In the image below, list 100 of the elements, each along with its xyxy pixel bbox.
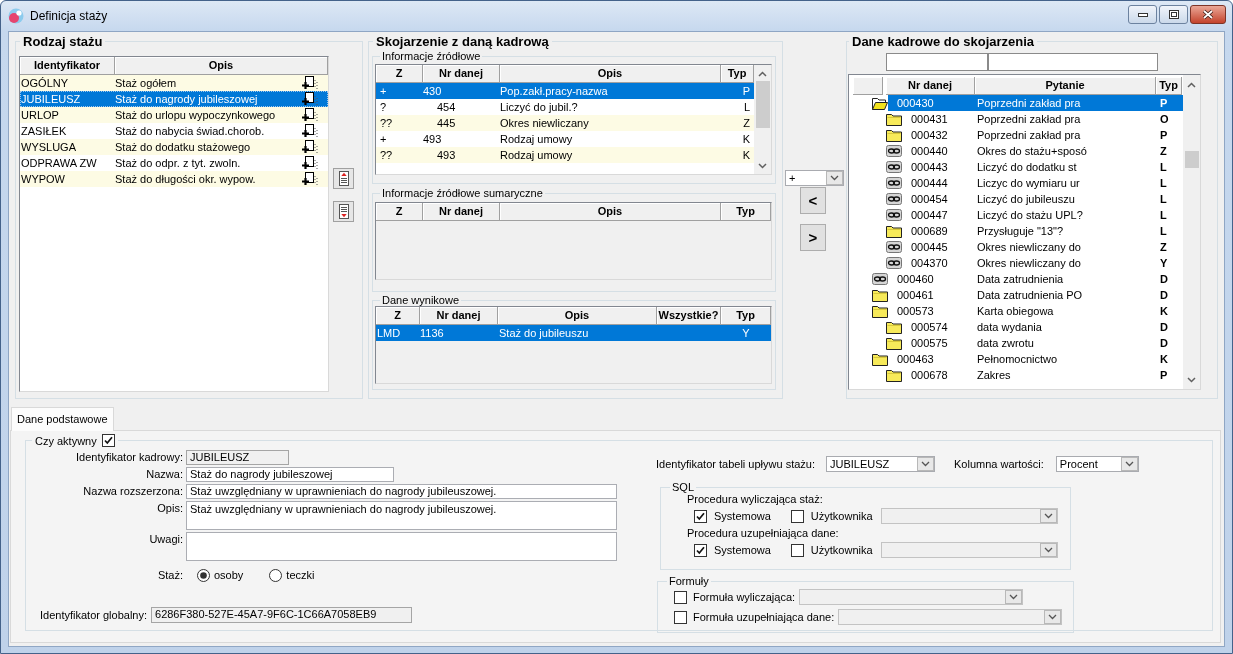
tree-row[interactable]: 000430 Poprzedni zakład pra P <box>888 95 1183 111</box>
column-header[interactable]: Nr danej <box>420 307 498 325</box>
checkbox[interactable] <box>674 610 687 624</box>
column-header[interactable]: Typ <box>1156 77 1182 95</box>
chevron-up-icon[interactable] <box>758 71 767 77</box>
tree-row[interactable]: 000447 Liczyć do stażu UPL? L <box>902 207 1183 223</box>
app-logo-icon <box>8 8 24 24</box>
table-row[interactable]: ?? 445 Okres niewliczany Z <box>376 115 754 131</box>
filter-field[interactable] <box>988 53 1158 71</box>
table-cell-text: K <box>1159 353 1169 365</box>
table-row[interactable]: ODPRAWA ZW Staż do odpr. z tyt. zwoln. <box>20 155 328 171</box>
document-plus-icon <box>302 156 318 170</box>
checkbox[interactable] <box>674 590 687 604</box>
column-header[interactable]: Typ <box>721 203 771 221</box>
column-header[interactable] <box>853 77 883 95</box>
checkbox[interactable] <box>694 509 707 523</box>
tree-row[interactable]: 000443 Liczyć do dodatku st L <box>902 159 1183 175</box>
move-up-button[interactable] <box>333 168 354 189</box>
tree-row[interactable]: 000440 Okres do stażu+sposó Z <box>902 143 1183 159</box>
text-field[interactable]: JUBILEUSZ <box>186 450 289 465</box>
table-row[interactable]: ?? 493 Rodzaj umowy K <box>376 147 754 163</box>
dropdown[interactable]: + <box>785 170 844 186</box>
column-header[interactable]: Opis <box>500 65 721 83</box>
chevron-up-icon[interactable] <box>1187 82 1196 88</box>
checkbox[interactable] <box>790 509 804 523</box>
tree-row[interactable]: 000463 Pełnomocnictwo K <box>888 351 1183 367</box>
table-cell-text: 493 <box>423 133 443 145</box>
column-header[interactable]: Nr danej <box>886 77 975 95</box>
column-header[interactable]: Z <box>376 307 420 325</box>
column-header[interactable]: Wszystkie? <box>657 307 721 325</box>
radio-button[interactable] <box>269 568 283 582</box>
column-header[interactable]: Typ <box>721 65 754 83</box>
column-header[interactable]: Z <box>376 65 423 83</box>
column-header[interactable]: Typ <box>721 307 771 325</box>
column-header[interactable]: Identyfikator <box>20 57 115 75</box>
tree-row[interactable]: 000460 Data zatrudnienia D <box>888 271 1183 287</box>
scrollbar-thumb[interactable] <box>755 81 770 128</box>
text-field[interactable]: Staż uwzględniany w uprawnieniach do nagrody jubileuszowej. <box>186 484 617 499</box>
table-cell-text: 000440 <box>910 145 949 157</box>
document-plus-icon <box>302 108 318 122</box>
tree-row[interactable]: 000689 Przysługuje "13"? L <box>902 223 1183 239</box>
dropdown[interactable]: Procent <box>1055 456 1139 472</box>
text-field[interactable]: 6286F380-527E-45A7-9F6C-1C66A7058EB9 <box>151 607 412 623</box>
column-header[interactable]: Pytanie <box>975 77 1156 95</box>
tree-row[interactable]: 000454 Liczyć do jubileuszu L <box>902 191 1183 207</box>
chain-link-icon <box>886 257 902 269</box>
folder-icon <box>872 288 888 302</box>
table-row[interactable]: ZASIŁEK Staż do nabycia świad.chorob. <box>20 123 328 139</box>
close-button[interactable] <box>1190 5 1226 24</box>
table-cell-text: D <box>1159 273 1169 285</box>
tree-row[interactable]: 000678 Zakres P <box>902 367 1183 383</box>
right-button[interactable]: > <box>800 224 826 251</box>
maximize-button[interactable] <box>1159 5 1188 24</box>
tree-row[interactable]: 000445 Okres niewliczany do Z <box>902 239 1183 255</box>
tree-row[interactable]: 000573 Karta obiegowa K <box>888 303 1183 319</box>
vertical-scrollbar[interactable] <box>754 65 771 174</box>
folder-icon <box>872 352 888 366</box>
filter-field[interactable] <box>886 53 988 71</box>
table-row[interactable]: ? 454 Liczyć do jubil.? L <box>376 99 754 115</box>
table-row[interactable]: + 493 Rodzaj umowy K <box>376 131 754 147</box>
radio-button[interactable] <box>197 568 210 582</box>
table-row[interactable]: WYSLUGA Staż do dodatku stażowego <box>20 139 328 155</box>
table-row[interactable]: URLOP Staż do urlopu wypoczynkowego <box>20 107 328 123</box>
chevron-down-icon[interactable] <box>758 163 767 169</box>
chevron-down-icon[interactable] <box>1187 377 1196 383</box>
tree-row[interactable]: 000432 Poprzedni zakład pra P <box>902 127 1183 143</box>
table-row[interactable]: LMD 1136 Staż do jubileuszu Y <box>376 325 771 341</box>
tab[interactable]: Dane podstawowe <box>11 407 114 431</box>
text-area[interactable]: Staż uwzględniany w uprawnieniach do nagrody jubileuszowej. <box>186 501 617 530</box>
scrollbar-thumb[interactable] <box>1184 151 1199 168</box>
vertical-scrollbar[interactable] <box>1183 75 1200 389</box>
table-row[interactable]: WYPOW Staż do długości okr. wypow. <box>20 171 328 187</box>
column-header[interactable]: Nr danej <box>423 65 500 83</box>
checkbox[interactable] <box>101 434 115 447</box>
maximize-icon <box>1168 10 1179 19</box>
column-header[interactable]: Z <box>376 203 423 221</box>
table-row[interactable]: + 430 Pop.zakł.pracy-nazwa P <box>376 83 754 99</box>
column-header[interactable]: Nr danej <box>423 203 500 221</box>
checkbox[interactable] <box>790 543 804 557</box>
column-header[interactable]: Opis <box>498 307 657 325</box>
left-button[interactable]: < <box>800 187 826 214</box>
table-row[interactable]: OGÓLNY Staż ogółem <box>20 75 328 91</box>
tree-row[interactable]: 000461 Data zatrudnienia PO D <box>888 287 1183 303</box>
tree-row[interactable]: 000574 data wydania D <box>902 319 1183 335</box>
table-row[interactable]: JUBILEUSZ Staż do nagrody jubileszowej <box>20 91 328 107</box>
tree-row[interactable]: 000575 data zwrotu D <box>902 335 1183 351</box>
minimize-button[interactable] <box>1128 5 1157 24</box>
checkbox[interactable] <box>694 543 707 557</box>
column-header[interactable]: Opis <box>115 57 328 75</box>
group-title: Formuły <box>668 575 710 587</box>
tree-row[interactable]: 000444 Liczyc do wymiaru ur L <box>902 175 1183 191</box>
tree-row[interactable]: 004370 Okres niewliczany do Y <box>902 255 1183 271</box>
text-field[interactable]: Staż do nagrody jubileszowej <box>186 467 394 482</box>
dropdown[interactable]: JUBILEUSZ <box>826 456 935 472</box>
table-cell-text: LMD <box>376 327 402 339</box>
column-header[interactable]: Opis <box>500 203 721 221</box>
table-cell-text: 000431 <box>910 113 949 125</box>
move-down-button[interactable] <box>333 201 354 222</box>
table-cell-text: K <box>741 133 751 145</box>
tree-row[interactable]: 000431 Poprzedni zakład pra O <box>902 111 1183 127</box>
